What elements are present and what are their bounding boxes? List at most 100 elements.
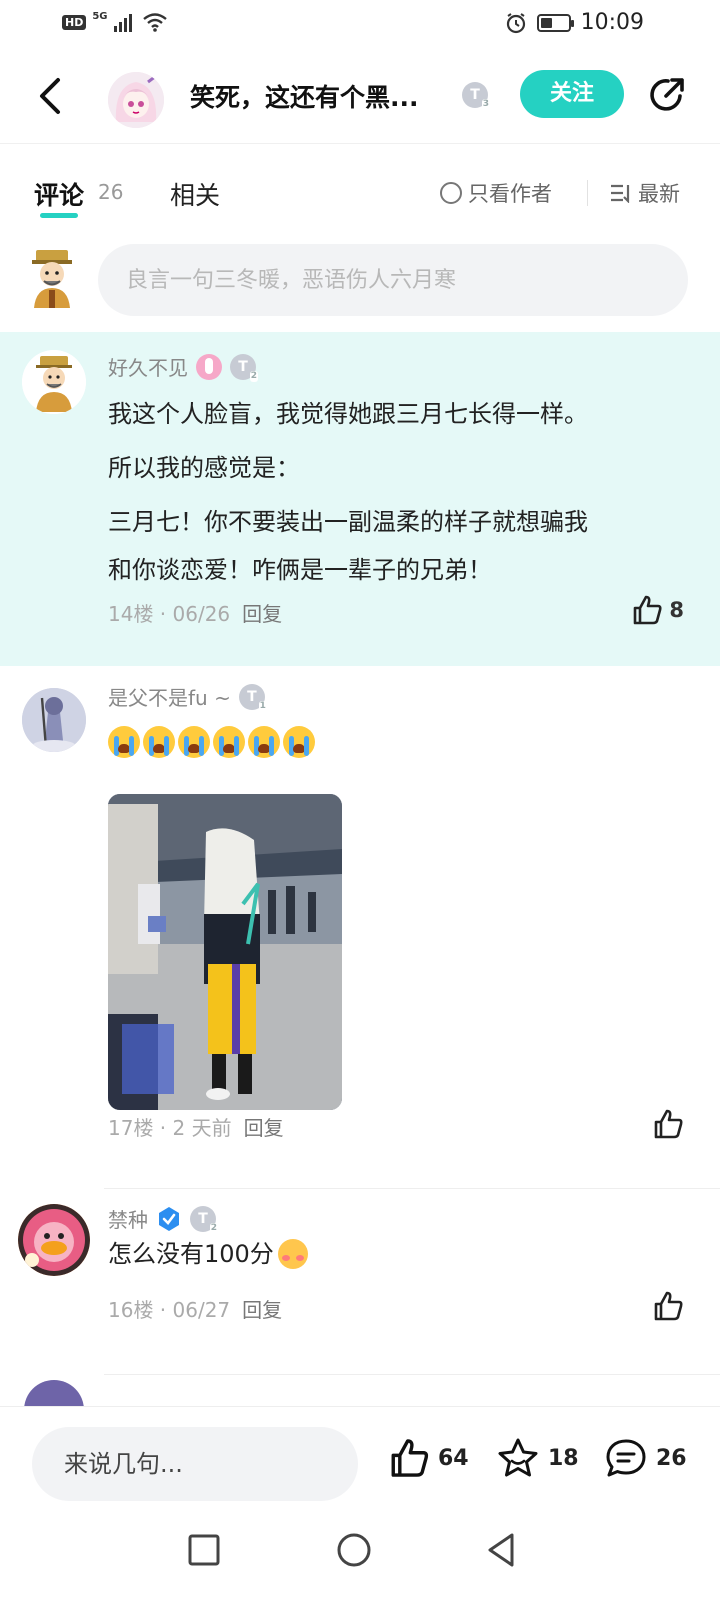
my-avatar: [28, 246, 76, 308]
square-icon: [188, 1534, 220, 1566]
comment-username[interactable]: 禁种 T2: [108, 1204, 218, 1234]
author-avatar[interactable]: [108, 72, 164, 128]
official-character-icon: [32, 250, 72, 308]
tab-comments[interactable]: 评论: [34, 176, 84, 218]
username-text: 好久不见: [108, 356, 188, 380]
rabbit-medal-icon: [196, 353, 222, 380]
comment-item[interactable]: 禁种 T2 怎么没有100分 16楼 · 06/27 回复: [0, 1190, 720, 1376]
back-nav-button[interactable]: [480, 1528, 524, 1572]
user-level-badge: T2: [230, 353, 258, 382]
reply-button[interactable]: 回复: [244, 1112, 284, 1141]
sort-label: 最新: [638, 182, 680, 206]
comment-line: 三月七！你不要装出一副温柔的样子就想骗我: [108, 508, 588, 536]
verified-icon: [159, 1206, 179, 1231]
comment-username[interactable]: 好久不见 T2: [108, 352, 258, 382]
author-level-badge: T3: [462, 82, 490, 110]
post-like-button[interactable]: 64: [388, 1437, 469, 1479]
blush-emoji-icon: [277, 1239, 308, 1269]
comment-meta: 14楼 · 06/26 回复: [108, 598, 282, 627]
like-count: 8: [669, 598, 684, 622]
floor-and-date: 14楼 · 06/26: [108, 602, 231, 626]
like-icon: [634, 595, 662, 625]
official-character-icon: [22, 350, 86, 414]
comment-photo[interactable]: [108, 794, 342, 1110]
like-button[interactable]: [652, 1108, 684, 1140]
comment-avatar[interactable]: [22, 350, 86, 414]
crying-emoji-icon: [283, 726, 315, 758]
back-button[interactable]: [30, 72, 74, 120]
divider: [104, 1188, 720, 1189]
author-only-toggle[interactable]: 只看作者: [440, 178, 552, 208]
like-icon: [654, 1291, 683, 1321]
like-button[interactable]: 8: [631, 594, 684, 626]
floor-and-date: 17楼 · 2 天前: [108, 1116, 232, 1140]
bottom-action-bar: 来说几句... 64 18 26: [0, 1406, 720, 1506]
clock: 10:09: [580, 10, 644, 35]
circle-icon: [337, 1533, 371, 1567]
comment-avatar[interactable]: [18, 1204, 90, 1276]
comment-line: 所以我的感觉是：: [108, 454, 300, 482]
reply-button[interactable]: 回复: [242, 598, 282, 627]
tab-related[interactable]: 相关: [170, 176, 220, 212]
cosplay-photo-image: [108, 794, 342, 1110]
emoji-row: [108, 726, 315, 758]
radio-icon: [440, 182, 462, 204]
follow-button[interactable]: 关注: [520, 70, 624, 118]
comment-item[interactable]: 好久不见 T2 我这个人脸盲，我觉得她跟三月七长得一样。 所以我的感觉是： 三月…: [0, 332, 720, 666]
favorite-button[interactable]: 18: [496, 1437, 579, 1479]
comment-text: 我这个人脸盲，我觉得她跟三月七长得一样。 所以我的感觉是： 三月七！你不要装出一…: [108, 390, 588, 594]
anime-girl-avatar-icon: [108, 72, 164, 128]
user-level-badge: T1: [238, 683, 267, 712]
comment-tabs: 评论 26 相关 只看作者 最新: [0, 166, 720, 226]
comment-line: 和你谈恋爱！咋俩是一辈子的兄弟！: [108, 556, 492, 584]
star-icon: [498, 1438, 538, 1477]
status-bar: HD 5G 10:09: [0, 0, 720, 48]
comment-item[interactable]: 是父不是fu ~ T1 17楼 · 2 天前 回复: [0, 666, 720, 1190]
comment-meta: 17楼 · 2 天前 回复: [108, 1112, 284, 1141]
alarm-icon: [506, 12, 525, 33]
crying-emoji-icon: [108, 726, 140, 758]
reply-button[interactable]: 回复: [242, 1294, 282, 1323]
comment-avatar[interactable]: [22, 688, 86, 752]
status-right: 10:09: [505, 10, 644, 35]
signal-icon: [113, 14, 132, 32]
comment-meta: 16楼 · 06/27 回复: [108, 1294, 282, 1323]
comments-count: 26: [98, 180, 124, 204]
favorite-count: 18: [548, 1445, 579, 1471]
share-icon: [650, 78, 684, 111]
comment-username[interactable]: 是父不是fu ~ T1: [108, 682, 267, 712]
crying-emoji-icon: [143, 726, 175, 758]
username-text: 是父不是fu ~: [108, 686, 231, 710]
username-text: 禁种: [108, 1208, 148, 1232]
sort-button[interactable]: 最新: [610, 178, 680, 208]
comment-icon: [606, 1439, 646, 1477]
knight-avatar-icon: [22, 688, 86, 752]
comment-line: 我这个人脸盲，我觉得她跟三月七长得一样。: [108, 400, 588, 428]
divider: [587, 180, 588, 206]
battery-icon: [536, 13, 574, 32]
system-nav-bar: [0, 1506, 720, 1600]
post-header: 笑死，这还有个黑... T3 关注: [0, 48, 720, 144]
share-button[interactable]: [646, 74, 688, 116]
comment-input[interactable]: [98, 244, 688, 316]
home-button[interactable]: [332, 1528, 376, 1572]
comments-button[interactable]: 26: [604, 1437, 687, 1479]
crying-emoji-icon: [178, 726, 210, 758]
post-like-count: 64: [438, 1445, 469, 1471]
crying-emoji-icon: [248, 726, 280, 758]
back-icon: [40, 78, 60, 114]
comment-text: 怎么没有100分: [108, 1230, 308, 1278]
user-level-badge: T2: [190, 1205, 218, 1234]
sort-icon: [611, 184, 630, 203]
duck-avatar-icon: [18, 1204, 90, 1276]
triangle-back-icon: [488, 1533, 514, 1567]
floor-and-date: 16楼 · 06/27: [108, 1298, 231, 1322]
crying-emoji-icon: [213, 726, 245, 758]
active-tab-indicator: [40, 213, 79, 218]
recents-button[interactable]: [182, 1528, 226, 1572]
reply-input[interactable]: 来说几句...: [32, 1427, 358, 1501]
author-only-label: 只看作者: [468, 182, 552, 206]
status-left: HD 5G: [62, 10, 168, 32]
network-type: 5G: [92, 10, 108, 22]
like-button[interactable]: [652, 1290, 684, 1322]
